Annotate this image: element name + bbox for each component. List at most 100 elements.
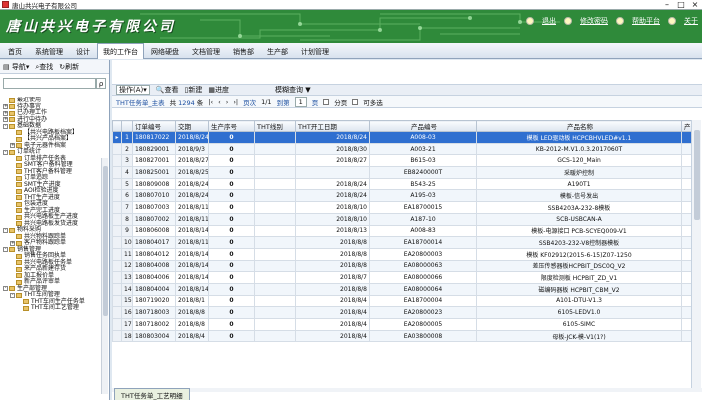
tab-home[interactable]: 首页 [2,44,28,58]
fuzzy-query-select[interactable]: 模糊查询 ▼ [275,85,311,95]
row-indicator[interactable] [112,306,122,319]
tab-production[interactable]: 生产部 [261,44,294,58]
row-indicator[interactable] [112,318,122,331]
grid-scrollbar-thumb[interactable] [694,130,700,220]
expand-icon[interactable]: + [3,117,8,123]
minimize-icon[interactable]: – [660,0,674,10]
cell-seq: 0 [208,142,255,156]
cell-product-name: 模板 KF02912(2015-6-15)Z07-1250 [476,247,682,261]
view-button[interactable]: 🔍查看 [156,85,179,95]
collapse-icon[interactable]: - [3,123,8,129]
row-indicator[interactable] [112,224,122,238]
table-row[interactable]: 13 180804006 2018/8/14 0 2018/8/7 EA08000066 限… [112,271,692,284]
collapse-icon[interactable]: - [3,227,8,233]
operation-menu[interactable]: 操作(A) ▾ [116,85,150,95]
tab-documents[interactable]: 文档管理 [186,44,226,58]
nav-button[interactable]: ▤ 导航▾ [3,62,29,72]
table-row[interactable]: 4 180825001 2018/8/25 0 EB8240000T 采暖炉控制 [112,166,692,179]
first-page-button[interactable]: |‹ [208,98,213,106]
change-password-link[interactable]: 修改密码 [580,16,608,26]
header-start-date[interactable]: THT开工日期 [295,120,370,132]
table-row[interactable]: 7 180807003 2018/8/11 0 2018/8/10 EA18700015 S… [112,201,692,214]
expand-icon[interactable]: + [10,240,15,246]
page-input[interactable]: 1 [294,96,307,107]
table-row[interactable]: 12 180804008 2018/8/14 0 2018/8/8 EA08000063 差… [112,259,692,273]
row-indicator[interactable] [112,142,122,156]
folder-icon [16,266,22,272]
sidebar-search-input[interactable] [3,78,97,89]
new-button[interactable]: ▯新建 [185,85,203,95]
collapse-icon[interactable]: - [10,292,15,298]
header-product-id[interactable]: 产品编号 [369,120,477,132]
table-row[interactable]: 10 180804017 2018/8/11 0 2018/8/8 EA18700014 S… [112,236,692,249]
scrollbar-thumb[interactable] [103,166,108,316]
about-link[interactable]: 关于 [684,16,698,26]
table-row[interactable]: 6 180807010 2018/8/24 0 2018/8/24 A195-03 模板-信… [112,189,692,203]
table-row[interactable]: 18 180803004 2018/8/4 0 2018/8/4 EA03800008 母板… [112,329,692,343]
header-line[interactable]: THT线别 [254,120,296,132]
tab-planning[interactable]: 计划管理 [295,44,335,58]
row-indicator[interactable] [112,166,122,179]
detail-tab[interactable]: THT任务单_工艺明细 [114,388,190,400]
table-row[interactable]: 16 180718003 2018/8/8 0 2018/8/4 EA20800023 61… [112,306,692,319]
tab-sales[interactable]: 销售部 [227,44,260,58]
help-link[interactable]: 帮助平台 [632,16,660,26]
tab-workbench[interactable]: 我的工作台 [97,43,144,59]
collapse-icon[interactable]: - [3,247,8,253]
prev-page-button[interactable]: ‹ [218,98,221,106]
grid-title[interactable]: THT任务单_主表 [116,97,165,107]
table-row[interactable]: 9 180806008 2018/8/14 0 2018/8/13 A008-83 模板-电… [112,224,692,238]
row-indicator[interactable] [112,282,122,296]
table-row[interactable]: ▸ 1 180817022 2018/8/24 0 2018/8/24 A008-03 模板 … [112,131,692,144]
search-icon[interactable]: ρ [96,78,106,89]
close-icon[interactable]: × [688,0,702,10]
row-indicator[interactable] [112,294,122,308]
row-indicator[interactable] [112,259,122,273]
row-indicator[interactable] [112,177,122,191]
expand-icon[interactable]: + [3,110,8,116]
maximize-icon[interactable]: □ [674,0,688,10]
collapse-icon[interactable]: - [3,286,8,292]
table-row[interactable]: 8 180807002 2018/8/11 0 2018/8/10 A187-10 SCB-… [112,212,692,226]
row-indicator[interactable] [112,154,122,168]
next-page-button[interactable]: › [226,98,229,106]
tab-design[interactable]: 设计 [70,44,96,58]
split-checkbox[interactable] [323,98,330,105]
row-indicator[interactable] [112,329,122,343]
progress-button[interactable]: ▦进度 [208,85,229,95]
row-indicator[interactable] [112,271,122,284]
header-order-code[interactable]: 订单编号 [132,120,176,132]
tab-system[interactable]: 系统管理 [29,44,69,58]
row-indicator[interactable] [112,247,122,261]
header-extra[interactable]: 产 [681,120,692,132]
table-row[interactable]: 17 180718002 2018/8/8 0 2018/8/4 EA20800005 61… [112,318,692,331]
header-seq[interactable]: 生产序号 [208,120,255,132]
header-date[interactable]: 交期 [175,120,209,132]
row-indicator[interactable] [112,201,122,214]
tab-netdisk[interactable]: 网络硬盘 [145,44,185,58]
find-button[interactable]: ⌕查找 [35,62,53,72]
collapse-icon[interactable]: - [3,149,8,155]
row-indicator[interactable] [112,189,122,203]
nav-label: 导航 [11,62,26,71]
table-row[interactable]: 2 180829001 2018/9/3 0 2018/8/30 A003-21 KB-20… [112,142,692,156]
multi-select-checkbox[interactable] [352,98,359,105]
table-row[interactable]: 5 180809008 2018/8/24 0 2018/8/24 B543-25 A190… [112,177,692,191]
row-indicator[interactable]: ▸ [112,131,122,144]
sidebar-scrollbar[interactable] [101,158,108,394]
table-row[interactable]: 3 180827001 2018/8/27 0 2018/8/27 B615-03 GCS-… [112,154,692,168]
logout-link[interactable]: 退出 [542,16,556,26]
grid-scrollbar[interactable] [691,120,701,388]
tree-item[interactable]: THT车间工艺管理 [3,304,101,312]
expand-icon[interactable]: + [10,143,15,149]
refresh-button[interactable]: ↻刷新 [59,62,79,72]
table-row[interactable]: 15 180719020 2018/8/1 0 2018/8/4 EA18700004 A1… [112,294,692,308]
grid-hscrollbar[interactable] [112,388,702,392]
row-indicator[interactable] [112,236,122,249]
last-page-button[interactable]: ›| [233,98,238,106]
table-row[interactable]: 14 180804004 2018/8/14 0 2018/8/8 EA08000064 磁… [112,282,692,296]
table-row[interactable]: 11 180804012 2018/8/14 0 2018/8/8 EA20800003 模… [112,247,692,261]
header-product-name[interactable]: 产品名称 [476,120,682,132]
expand-icon[interactable]: + [3,104,8,110]
row-indicator[interactable] [112,212,122,226]
